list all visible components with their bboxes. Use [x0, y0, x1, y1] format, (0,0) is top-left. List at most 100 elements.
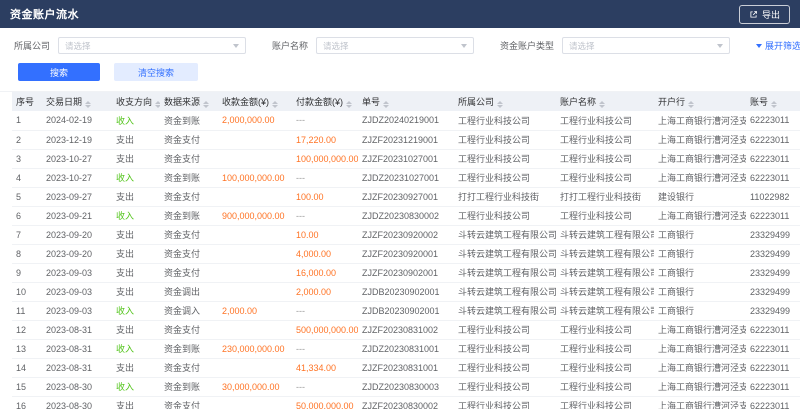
column-header[interactable]: 所属公司 — [454, 92, 556, 111]
cell-account-name: 斗转云建筑工程有限公司 — [556, 244, 654, 263]
cell-pay-amount: --- — [292, 111, 358, 130]
table-row[interactable]: 122023-08-31支出资金支付500,000,000.00ZJZF2023… — [12, 320, 800, 339]
cell-date: 2023-08-30 — [42, 396, 112, 409]
cell-receive-amount: 100,000,000.00 — [218, 168, 292, 187]
table-row[interactable]: 152023-08-30收入资金到账30,000,000.00---ZJDZ20… — [12, 377, 800, 396]
cell-company: 打打工程行业科技街 — [454, 187, 556, 206]
cell-receive-amount — [218, 358, 292, 377]
cell-source: 资金调出 — [160, 282, 218, 301]
column-header[interactable]: 收款金额(¥) — [218, 92, 292, 111]
cell-source: 资金支付 — [160, 263, 218, 282]
sort-icon[interactable] — [272, 101, 278, 108]
table-row[interactable]: 142023-08-31支出资金支付41,334.00ZJZF202308310… — [12, 358, 800, 377]
cell-direction: 收入 — [112, 168, 160, 187]
cell-bank: 工商银行 — [654, 263, 746, 282]
clear-search-button[interactable]: 清空搜索 — [114, 63, 198, 81]
export-button[interactable]: 导出 — [739, 5, 790, 24]
table-row[interactable]: 92023-09-03支出资金支付16,000.00ZJZF2023090200… — [12, 263, 800, 282]
cell-company: 工程行业科技公司 — [454, 130, 556, 149]
cell-order-no: ZJZF20231027001 — [358, 149, 454, 168]
table-row[interactable]: 52023-09-27支出资金支付100.00ZJZF20230927001打打… — [12, 187, 800, 206]
cell-pay-amount: 17,220.00 — [292, 130, 358, 149]
cell-seq: 15 — [12, 377, 42, 396]
table-row[interactable]: 112023-09-03收入资金调入2,000.00---ZJDB2023090… — [12, 301, 800, 320]
column-header[interactable]: 数据来源 — [160, 92, 218, 111]
account-type-select[interactable]: 请选择 — [562, 37, 730, 54]
table-row[interactable]: 22023-12-19支出资金支付17,220.00ZJZF2023121900… — [12, 130, 800, 149]
cell-pay-amount: 4,000.00 — [292, 244, 358, 263]
page-title: 资金账户流水 — [10, 6, 79, 22]
column-header: 序号 — [12, 92, 42, 111]
column-header[interactable]: 交易日期 — [42, 92, 112, 111]
search-button[interactable]: 搜索 — [18, 63, 100, 81]
cell-account-no: 62223011 — [746, 377, 800, 396]
cell-account-no: 62223011 — [746, 206, 800, 225]
expand-filter-link[interactable]: 展开筛选 — [756, 39, 800, 52]
table-row[interactable]: 42023-10-27收入资金到账100,000,000.00---ZJDZ20… — [12, 168, 800, 187]
column-header[interactable]: 单号 — [358, 92, 454, 111]
cell-bank: 工商银行 — [654, 282, 746, 301]
cell-seq: 7 — [12, 225, 42, 244]
table-body: 12024-02-19收入资金到账2,000,000.00---ZJDZ2024… — [12, 111, 800, 409]
cell-order-no: ZJZF20230830002 — [358, 396, 454, 409]
table-row[interactable]: 132023-08-31收入资金到账230,000,000.00---ZJDZ2… — [12, 339, 800, 358]
cell-account-no: 23329499 — [746, 282, 800, 301]
cell-bank: 工商银行 — [654, 225, 746, 244]
transactions-table: 序号交易日期收支方向数据来源收款金额(¥)付款金额(¥)单号所属公司账户名称开户… — [12, 92, 800, 409]
table-row[interactable]: 102023-09-03支出资金调出2,000.00ZJDB2023090200… — [12, 282, 800, 301]
account-name-select[interactable]: 请选择 — [316, 37, 474, 54]
sort-icon[interactable] — [599, 101, 605, 108]
sort-icon[interactable] — [771, 101, 777, 108]
cell-date: 2023-12-19 — [42, 130, 112, 149]
cell-direction: 收入 — [112, 206, 160, 225]
cell-bank: 工商银行 — [654, 244, 746, 263]
account-type-select-placeholder: 请选择 — [569, 40, 595, 52]
table-row[interactable]: 62023-09-21收入资金到账900,000,000.00---ZJDZ20… — [12, 206, 800, 225]
sort-icon[interactable] — [203, 101, 209, 108]
cell-company: 工程行业科技公司 — [454, 206, 556, 225]
sort-icon[interactable] — [85, 101, 91, 108]
sort-icon[interactable] — [688, 101, 694, 108]
cell-source: 资金到账 — [160, 168, 218, 187]
company-select[interactable]: 请选择 — [58, 37, 246, 54]
table-header-row: 序号交易日期收支方向数据来源收款金额(¥)付款金额(¥)单号所属公司账户名称开户… — [12, 92, 800, 111]
sort-icon[interactable] — [383, 101, 389, 108]
table-row[interactable]: 32023-10-27支出资金支付100,000,000.00ZJZF20231… — [12, 149, 800, 168]
cell-seq: 8 — [12, 244, 42, 263]
cell-pay-amount: 16,000.00 — [292, 263, 358, 282]
cell-direction: 支出 — [112, 263, 160, 282]
column-header[interactable]: 账户名称 — [556, 92, 654, 111]
cell-direction: 支出 — [112, 320, 160, 339]
cell-direction: 支出 — [112, 149, 160, 168]
cell-seq: 5 — [12, 187, 42, 206]
cell-account-no: 23329499 — [746, 225, 800, 244]
cell-company: 工程行业科技公司 — [454, 149, 556, 168]
cell-account-no: 23329499 — [746, 244, 800, 263]
cell-receive-amount — [218, 263, 292, 282]
column-header[interactable]: 开户行 — [654, 92, 746, 111]
sort-icon[interactable] — [155, 101, 160, 108]
table-row[interactable]: 82023-09-20支出资金支付4,000.00ZJZF20230920001… — [12, 244, 800, 263]
cell-date: 2023-08-30 — [42, 377, 112, 396]
cell-account-no: 23329499 — [746, 263, 800, 282]
table-row[interactable]: 162023-08-30支出资金支付50,000,000.00ZJZF20230… — [12, 396, 800, 409]
filter-actions: 搜索 清空搜索 — [18, 63, 786, 81]
cell-source: 资金支付 — [160, 187, 218, 206]
column-header[interactable]: 账号 — [746, 92, 800, 111]
sort-icon[interactable] — [497, 101, 503, 108]
cell-company: 工程行业科技公司 — [454, 377, 556, 396]
cell-receive-amount — [218, 130, 292, 149]
table-row[interactable]: 12024-02-19收入资金到账2,000,000.00---ZJDZ2024… — [12, 111, 800, 130]
cell-receive-amount — [218, 187, 292, 206]
cell-date: 2023-09-03 — [42, 263, 112, 282]
column-header[interactable]: 收支方向 — [112, 92, 160, 111]
cell-seq: 9 — [12, 263, 42, 282]
table-row[interactable]: 72023-09-20支出资金支付10.00ZJZF20230920002斗转云… — [12, 225, 800, 244]
cell-bank: 工商银行 — [654, 301, 746, 320]
cell-account-no: 62223011 — [746, 149, 800, 168]
cell-account-name: 工程行业科技公司 — [556, 358, 654, 377]
cell-account-name: 工程行业科技公司 — [556, 377, 654, 396]
sort-icon[interactable] — [346, 101, 352, 108]
cell-order-no: ZJDZ20230831001 — [358, 339, 454, 358]
column-header[interactable]: 付款金额(¥) — [292, 92, 358, 111]
